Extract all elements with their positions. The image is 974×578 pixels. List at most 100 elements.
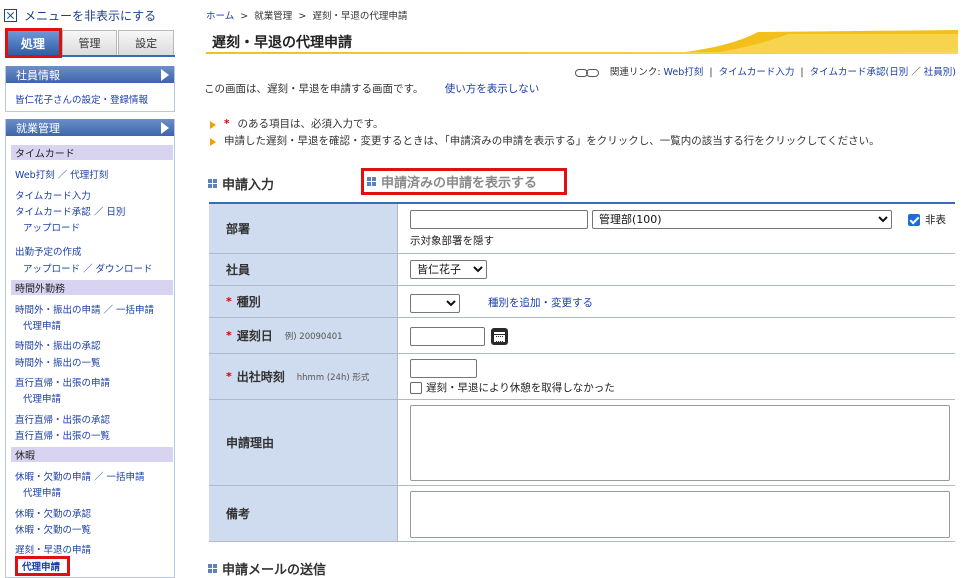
- employee-select[interactable]: 皆仁花子: [410, 260, 487, 279]
- title-decoration: [668, 30, 958, 54]
- expand-arrow-icon: [161, 121, 169, 134]
- sidebar-link-leave-list[interactable]: 休暇・欠勤の一覧: [15, 522, 91, 536]
- sidebar-link-schedule-create[interactable]: 出勤予定の作成: [15, 244, 82, 258]
- show-submitted-label: 申請済みの申請を表示する: [381, 176, 538, 191]
- request-form: 部署 管理部(100) 非表 示対象部署を隠す 社員 皆仁花子 * 種別 種別を…: [209, 202, 955, 542]
- link-chain-icon: [574, 68, 599, 77]
- type-field: 種別を追加・変更する: [397, 286, 955, 317]
- employee-label: 社員: [209, 254, 397, 285]
- related-link-timecard-approval[interactable]: タイムカード承認(日別: [810, 67, 909, 78]
- work-management-title: 就業管理: [16, 121, 60, 135]
- sidebar-tabs: 処理 管理 設定: [5, 30, 175, 57]
- sidebar-link-late-proxy[interactable]: 代理申請: [22, 559, 60, 573]
- sidebar-link-leave-proxy[interactable]: 代理申請: [23, 485, 61, 499]
- sidebar-link-trip-approval[interactable]: 直行直帰・出張の承認: [15, 412, 110, 426]
- hide-menu-toggle[interactable]: メニューを非表示にする: [4, 6, 156, 24]
- form-row-arrival-time: * 出社時刻 hhmm (24h) 形式 遅刻・早退により休憩を取得しなかった: [209, 354, 955, 400]
- intro-text: この画面は、遅刻・早退を申請する画面です。: [204, 83, 424, 95]
- late-date-field: [397, 318, 955, 353]
- related-separator: ／: [911, 67, 921, 78]
- hide-menu-label: メニューを非表示にする: [24, 8, 157, 23]
- sidebar-link-overtime-request[interactable]: 時間外・振出の申請 ／ 一括申請: [15, 302, 154, 316]
- form-row-reason: 申請理由: [209, 400, 955, 486]
- arrival-time-label: * 出社時刻 hhmm (24h) 形式: [209, 354, 397, 399]
- sidebar-link-overtime-proxy[interactable]: 代理申請: [23, 318, 61, 332]
- related-link-by-employee[interactable]: 社員別): [924, 67, 956, 78]
- hide-usage-link[interactable]: 使い方を表示しない: [445, 83, 540, 95]
- note-required-text: のある項目は、必須入力です。: [237, 118, 384, 130]
- section-mail-title: 申請メールの送信: [222, 563, 327, 578]
- breadcrumb-current: 遅刻・早退の代理申請: [312, 11, 408, 22]
- tab-settings[interactable]: 設定: [118, 30, 175, 55]
- employee-settings-link[interactable]: 皆仁花子さんの設定・登録情報: [15, 92, 148, 106]
- late-date-input[interactable]: [410, 327, 485, 346]
- work-management-header[interactable]: 就業管理: [6, 119, 174, 136]
- required-star: *: [226, 370, 232, 383]
- tab-process[interactable]: 処理: [5, 30, 61, 55]
- section-mail-heading: 申請メールの送信: [208, 559, 326, 578]
- related-link-timecard-input[interactable]: タイムカード入力: [719, 67, 795, 78]
- related-links: 関連リンク: Web打刻 | タイムカード入力 | タイムカード承認(日別 ／ …: [574, 64, 956, 78]
- sidebar-link-leave-request[interactable]: 休暇・欠勤の申請 ／ 一括申請: [15, 469, 145, 483]
- title-underline: [206, 52, 958, 54]
- main-content: ホーム > 就業管理 > 遅刻・早退の代理申請 遅刻・早退の代理申請 関連リンク…: [204, 0, 970, 578]
- arrival-time-hint: hhmm (24h) 形式: [296, 372, 370, 383]
- bullet-arrow-icon: [210, 120, 216, 129]
- edit-type-link[interactable]: 種別を追加・変更する: [488, 295, 593, 310]
- hide-department-label: 非表: [925, 214, 946, 226]
- notes: * のある項目は、必須入力です。 申請した遅刻・早退を確認・変更するときは、「申…: [210, 116, 880, 150]
- type-select[interactable]: [410, 294, 460, 313]
- section-grid-icon: [208, 564, 217, 573]
- sidebar-link-timecard-upload[interactable]: アップロード: [23, 220, 80, 234]
- close-box-icon: [4, 8, 17, 22]
- breadcrumb-home[interactable]: ホーム: [206, 11, 234, 22]
- sidebar-link-trip-request[interactable]: 直行直帰・出張の申請: [15, 375, 110, 389]
- sidebar-link-timecard-input[interactable]: タイムカード入力: [15, 188, 91, 202]
- page-title: 遅刻・早退の代理申請: [212, 35, 352, 51]
- intro: この画面は、遅刻・早退を申請する画面です。 使い方を表示しない: [204, 81, 539, 96]
- reason-textarea[interactable]: [410, 405, 950, 481]
- sidebar-link-overtime-list[interactable]: 時間外・振出の一覧: [15, 355, 101, 369]
- form-row-type: * 種別 種別を追加・変更する: [209, 286, 955, 318]
- sidebar-link-overtime-approval[interactable]: 時間外・振出の承認: [15, 338, 101, 352]
- sidebar-link-trip-proxy[interactable]: 代理申請: [23, 391, 61, 405]
- reason-field: [397, 400, 955, 485]
- note-confirm-text: 申請した遅刻・早退を確認・変更するときは、「申請済みの申請を表示する」をクリック…: [224, 135, 880, 147]
- arrival-time-input[interactable]: [410, 359, 477, 378]
- employee-field: 皆仁花子: [397, 254, 955, 285]
- sidebar-link-trip-list[interactable]: 直行直帰・出張の一覧: [15, 428, 110, 442]
- sidebar: メニューを非表示にする 処理 管理 設定 社員情報 皆仁花子さんの設定・登録情報…: [0, 0, 178, 578]
- employee-info-title: 社員情報: [16, 68, 60, 82]
- employee-info-header[interactable]: 社員情報: [6, 66, 174, 83]
- department-field: 管理部(100) 非表 示対象部署を隠す: [397, 204, 955, 253]
- type-label: * 種別: [209, 286, 397, 317]
- section-input-heading: 申請入力: [208, 174, 274, 193]
- hide-department-label-cont: 示対象部署を隠す: [410, 235, 494, 247]
- no-break-checkbox[interactable]: [410, 382, 422, 394]
- note-required: * のある項目は、必須入力です。: [210, 116, 880, 133]
- related-label: 関連リンク:: [609, 67, 661, 78]
- hide-department-checkbox[interactable]: [908, 214, 920, 226]
- sidebar-link-late-request[interactable]: 遅刻・早退の申請: [15, 542, 91, 556]
- calendar-icon[interactable]: [491, 328, 508, 345]
- breadcrumb-work: 就業管理: [254, 11, 293, 22]
- bullet-arrow-icon: [210, 137, 216, 146]
- reason-label: 申請理由: [209, 400, 397, 485]
- sidebar-link-timecard-approval[interactable]: タイムカード承認 ／ 日別: [15, 204, 125, 218]
- remarks-textarea[interactable]: [410, 491, 950, 538]
- related-separator: |: [800, 67, 804, 78]
- sidebar-link-web-stamp[interactable]: Web打刻 ／ 代理打刻: [15, 167, 108, 181]
- form-row-department: 部署 管理部(100) 非表 示対象部署を隠す: [209, 204, 955, 254]
- arrival-time-field: 遅刻・早退により休憩を取得しなかった: [397, 354, 955, 399]
- department-select[interactable]: 管理部(100): [592, 210, 892, 229]
- related-link-web-stamp[interactable]: Web打刻: [664, 67, 704, 78]
- category-leave: 休暇: [11, 447, 173, 462]
- tab-manage[interactable]: 管理: [61, 30, 118, 55]
- breadcrumb-separator: >: [298, 11, 307, 22]
- page-title-bar: 遅刻・早退の代理申請: [206, 28, 958, 54]
- section-input-title: 申請入力: [222, 178, 275, 193]
- show-submitted-link[interactable]: 申請済みの申請を表示する: [367, 172, 537, 191]
- department-text-input[interactable]: [410, 210, 588, 229]
- sidebar-link-leave-approval[interactable]: 休暇・欠勤の承認: [15, 506, 91, 520]
- sidebar-link-upload-download[interactable]: アップロード ／ ダウンロード: [23, 261, 153, 275]
